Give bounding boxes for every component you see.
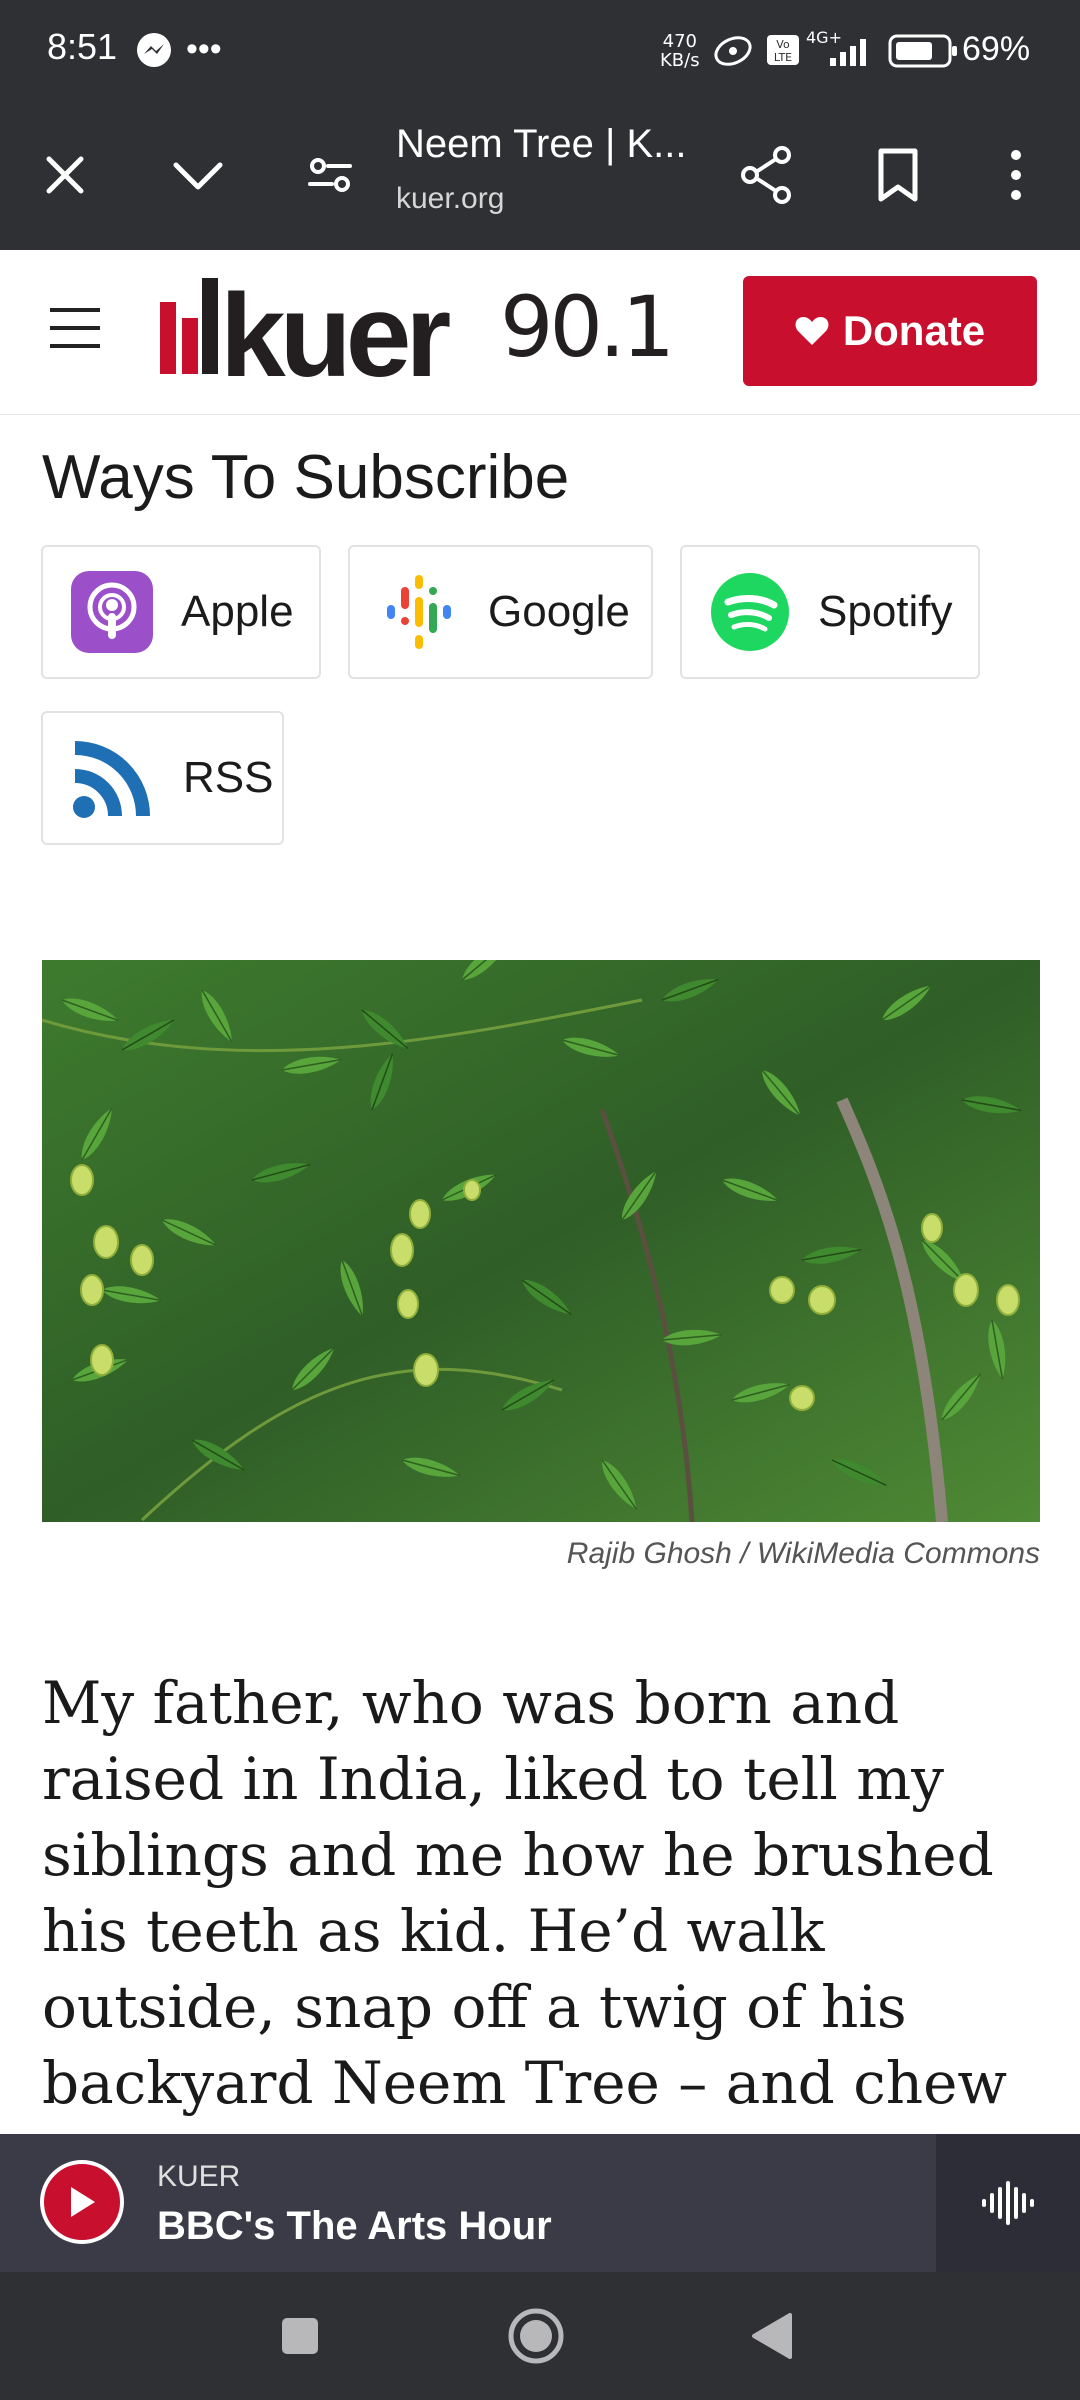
- messenger-icon: [134, 30, 174, 75]
- heart-icon: [795, 317, 829, 345]
- hamburger-line: [50, 344, 100, 348]
- story-paragraph: My father, who was born and raised in In…: [42, 1669, 1008, 2193]
- play-icon: [71, 2187, 95, 2217]
- back-button[interactable]: [732, 2296, 812, 2376]
- close-tab-button[interactable]: [30, 140, 100, 210]
- home-circle-icon: [508, 2308, 564, 2364]
- player-show-title: BBC's The Arts Hour: [157, 2204, 552, 2248]
- tune-icon: [308, 158, 352, 192]
- audio-player: KUER BBC's The Arts Hour: [0, 2134, 1080, 2272]
- status-bar: 8:51 ••• 470 KB/s Vo LTE 4G+ 69%: [0, 0, 1080, 100]
- subscribe-rss-button[interactable]: RSS: [41, 711, 284, 845]
- net-speed-unit: KB/s: [660, 50, 700, 71]
- subscribe-rss-label: RSS: [183, 753, 274, 802]
- subscribe-apple-button[interactable]: Apple: [41, 545, 321, 679]
- neem-tree-photo: [42, 960, 1040, 1522]
- site-header: kuer 90.1 Donate: [0, 250, 1080, 415]
- bookmark-icon: [878, 148, 918, 202]
- subscribe-spotify-button[interactable]: Spotify: [680, 545, 980, 679]
- network-speed: 470 KB/s: [660, 32, 700, 70]
- system-nav-bar: [0, 2272, 1080, 2400]
- spotify-icon: [711, 573, 789, 651]
- hotspot-icon: [712, 34, 754, 73]
- play-button[interactable]: [40, 2160, 124, 2244]
- battery-percent: 69%: [962, 30, 1031, 68]
- battery-icon: [888, 34, 960, 73]
- minimize-button[interactable]: [163, 140, 233, 210]
- hamburger-line: [50, 326, 100, 330]
- subscribe-google-label: Google: [488, 587, 630, 636]
- status-time: 8:51: [47, 26, 118, 67]
- svg-text:LTE: LTE: [774, 51, 792, 64]
- home-button[interactable]: [496, 2296, 576, 2376]
- logo-frequency: 90.1: [500, 278, 675, 376]
- donate-label: Donate: [842, 307, 986, 354]
- donate-button[interactable]: Donate: [743, 276, 1037, 386]
- chevron-down-icon: [173, 162, 223, 190]
- overflow-menu-button[interactable]: [981, 140, 1051, 210]
- menu-button[interactable]: [50, 308, 110, 354]
- svg-text:Vo: Vo: [776, 38, 790, 51]
- google-podcasts-icon: [387, 575, 451, 649]
- photo-credit: Rajib Ghosh / WikiMedia Commons: [566, 1537, 1040, 1570]
- audio-visualizer-button[interactable]: [936, 2134, 1080, 2272]
- subscribe-heading: Ways To Subscribe: [42, 443, 570, 512]
- share-icon: [741, 146, 791, 204]
- kuer-logo[interactable]: kuer 90.1: [158, 270, 688, 402]
- page-url: kuer.org: [396, 182, 505, 215]
- more-notifications-icon: •••: [186, 30, 222, 68]
- browser-toolbar: Neem Tree | K... kuer.org: [0, 100, 1080, 250]
- more-vert-icon: [1011, 150, 1021, 200]
- page-title: Neem Tree | K...: [396, 122, 687, 166]
- subscribe-spotify-label: Spotify: [818, 587, 953, 636]
- net-speed-value: 470: [662, 31, 697, 52]
- close-icon: [46, 156, 84, 194]
- share-button[interactable]: [731, 140, 801, 210]
- subscribe-apple-label: Apple: [181, 587, 294, 636]
- signal-icon: [816, 36, 876, 73]
- recents-button[interactable]: [260, 2296, 340, 2376]
- waveform-icon: [982, 2181, 1034, 2225]
- player-station: KUER: [157, 2160, 241, 2193]
- bookmark-button[interactable]: [863, 140, 933, 210]
- square-icon: [282, 2318, 318, 2354]
- back-triangle-icon: [752, 2313, 792, 2359]
- logo-name: kuer: [220, 270, 451, 402]
- site-settings-button[interactable]: [295, 140, 365, 210]
- subscribe-google-button[interactable]: Google: [348, 545, 653, 679]
- hamburger-icon: [50, 308, 100, 312]
- volte-icon: Vo LTE: [766, 34, 800, 71]
- rss-icon: [73, 741, 150, 818]
- apple-podcasts-icon: [71, 571, 153, 653]
